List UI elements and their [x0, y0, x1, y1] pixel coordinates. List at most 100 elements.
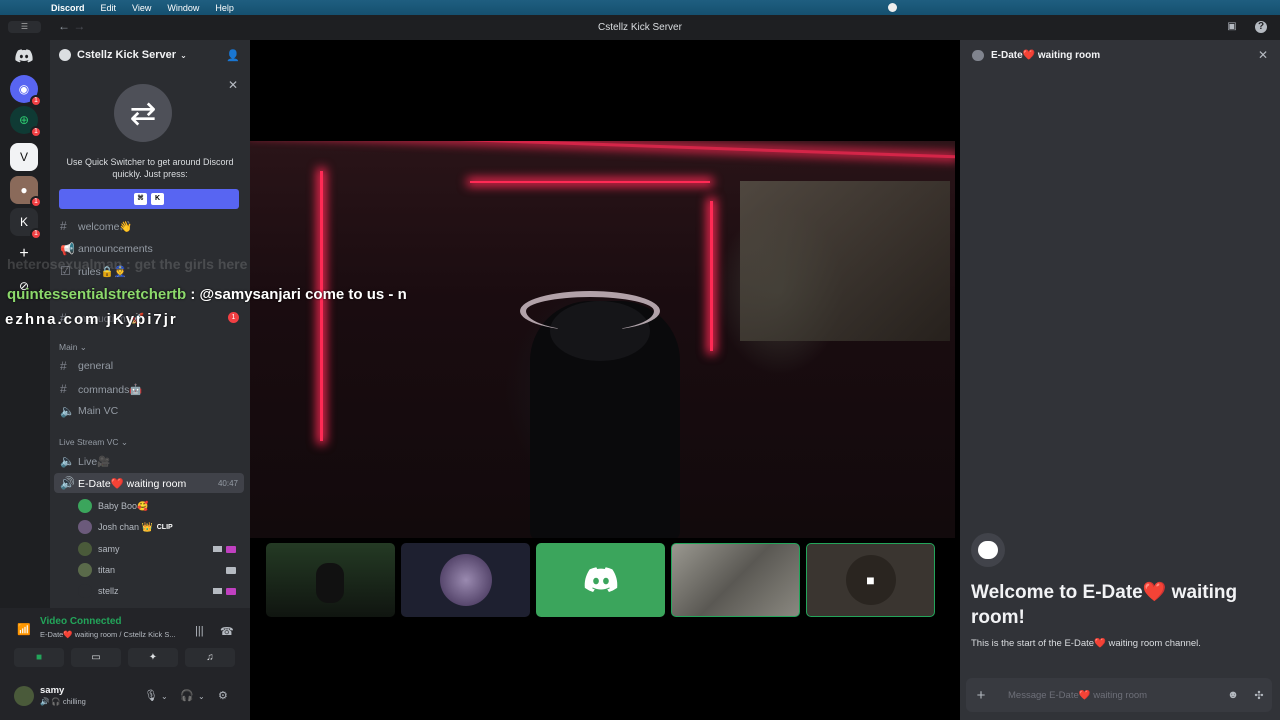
channel-edate-waiting-room[interactable]: 🔊 E-Date❤️ waiting room 40:47 [54, 473, 244, 493]
megaphone-icon: 📢 [60, 242, 75, 256]
add-attachment-icon[interactable]: + [966, 687, 996, 704]
speaker-icon: 🔈 [60, 404, 75, 418]
unread-badge: 1 [228, 312, 239, 323]
close-icon[interactable]: ✕ [1258, 48, 1268, 62]
noise-suppression-icon[interactable]: ||| [195, 625, 204, 637]
message-input[interactable] [996, 689, 1220, 701]
menu-edit[interactable]: Edit [101, 3, 117, 13]
stream-icon [226, 587, 236, 595]
avatar [78, 542, 92, 556]
user-panel: samy 🔊 🎧 chilling 🎙 ⌄ 🎧 ⌄ ⚙ [0, 682, 250, 720]
chevron-down-icon[interactable]: ⌄ [198, 692, 205, 701]
quick-switcher-button[interactable]: ⌘ K [59, 189, 239, 209]
voice-status-title[interactable]: Video Connected [40, 616, 122, 627]
headphones-icon[interactable]: 🎧 [180, 689, 194, 702]
emoji-icon[interactable]: ☻ [1220, 689, 1246, 701]
swap-arrows-icon: ⇄ [114, 84, 172, 142]
participant-tile-3[interactable] [536, 543, 665, 617]
participant-tile-4[interactable] [671, 543, 800, 617]
invite-people-icon[interactable]: 👤 [226, 49, 240, 62]
server-header[interactable]: Cstellz Kick Server ⌄ 👤 [50, 40, 250, 70]
soundboard-button[interactable]: ♫ [185, 648, 235, 667]
participant-tile-2[interactable] [401, 543, 530, 617]
welcome-title: Welcome to E-Date❤️ waiting room! [971, 582, 1238, 628]
avatar [439, 554, 492, 606]
avatar [78, 520, 92, 534]
voice-status-subtitle[interactable]: E-Date❤️ waiting room / Cstellz Kick S..… [40, 630, 176, 639]
speaker-active-icon: 🔊 [60, 476, 75, 490]
category-main[interactable]: Main ⌄ [59, 342, 87, 353]
chevron-down-icon: ⌄ [180, 50, 187, 60]
clip-badge: CLIP [156, 523, 173, 531]
menu-help[interactable]: Help [215, 3, 234, 13]
voice-user-stellz[interactable]: stellz [78, 581, 244, 601]
speaker-icon: 🔈 [60, 454, 75, 468]
participant-tile-1[interactable] [266, 543, 395, 617]
username[interactable]: samy [40, 685, 64, 696]
menu-app-name[interactable]: Discord [51, 3, 85, 13]
voice-user-baby-boo[interactable]: Baby Boo🥰 [78, 496, 244, 516]
server-name: Cstellz Kick Server [77, 49, 177, 61]
channel-commands[interactable]: # commands🤖 [54, 379, 244, 399]
voice-user-josh-chan[interactable]: Josh chan 👑 CLIP [78, 517, 244, 537]
main-stream-video[interactable] [250, 141, 955, 538]
participant-tile-5[interactable]: ■ [806, 543, 935, 617]
overlay-message-text: : @samysanjari come to us - n [186, 286, 407, 303]
voice-channel-chat: E-Date❤️ waiting room ✕ Welcome to E-Dat… [960, 40, 1280, 720]
channel-welcome[interactable]: # welcome👋 [54, 216, 244, 236]
voice-user-samy[interactable]: samy [78, 539, 244, 559]
settings-gear-icon[interactable]: ⚙ [218, 689, 228, 702]
k-key: K [151, 193, 164, 205]
avatar[interactable] [14, 686, 34, 706]
camera-icon [213, 546, 222, 552]
hash-icon: # [60, 359, 67, 373]
voice-connection-panel: 📶 Video Connected E-Date❤️ waiting room … [0, 608, 250, 682]
server-icon-1[interactable]: ◉ 1 [10, 75, 42, 107]
neon-strip-back [470, 181, 710, 183]
close-icon[interactable]: ✕ [228, 78, 238, 92]
participant-figure [316, 563, 344, 603]
chat-title: E-Date❤️ waiting room [991, 49, 1101, 61]
window-titlebar: ☰ ← → Cstellz Kick Server ▣ ? [0, 15, 1280, 40]
camera-button[interactable]: ■ [14, 648, 64, 667]
chat-bubble-icon [972, 49, 984, 61]
channel-general[interactable]: # general [54, 356, 244, 376]
menu-view[interactable]: View [132, 3, 151, 13]
stage-area: ■ [250, 40, 955, 720]
quick-switcher-tip: ✕ ⇄ Use Quick Switcher to get around Dis… [50, 74, 250, 214]
apps-icon[interactable]: ✣ [1246, 689, 1272, 702]
overlay-chat-message: quintessentialstretchertb : @samysanjari… [7, 286, 407, 303]
chat-bubble-icon [971, 533, 1005, 567]
macos-menubar: Discord Edit View Window Help [0, 0, 1280, 15]
camera-icon: ■ [845, 555, 896, 605]
disconnect-icon[interactable]: ☎ [220, 625, 234, 638]
server-icon-kick[interactable]: K1 [10, 208, 42, 240]
screen-share-button[interactable]: ▭ [71, 648, 121, 667]
channel-main-vc[interactable]: 🔈 Main VC [54, 401, 244, 421]
activities-button[interactable]: ✦ [128, 648, 178, 667]
server-icon-3[interactable]: V [10, 143, 38, 171]
hash-icon: # [60, 219, 67, 233]
inbox-icon[interactable]: ▣ [1226, 21, 1238, 33]
overlay-chat-line: ezhna.com jKypi7jr [5, 311, 178, 328]
hash-icon: # [60, 382, 67, 396]
server-icon-2[interactable]: ⊕ 1 [10, 106, 42, 138]
help-icon[interactable]: ? [1255, 21, 1267, 33]
microphone-icon[interactable]: 🎙 [144, 689, 158, 702]
status-dot-icon [888, 3, 897, 12]
category-live-stream[interactable]: Live Stream VC ⌄ [59, 437, 128, 448]
chevron-down-icon[interactable]: ⌄ [161, 692, 168, 701]
discord-home-icon[interactable] [10, 42, 38, 70]
discord-logo-icon [584, 567, 617, 593]
voice-user-titan[interactable]: titan [78, 560, 244, 580]
menu-window[interactable]: Window [167, 3, 199, 13]
message-composer: + ☻ ✣ [966, 678, 1272, 712]
channel-live[interactable]: 🔈 Live🎥 [54, 451, 244, 471]
gaming-chair [520, 291, 660, 331]
server-icon-4[interactable]: ● 1 [10, 176, 42, 208]
neon-strip-left [320, 171, 323, 441]
camera-icon [213, 588, 222, 594]
signal-icon: 📶 [17, 624, 31, 636]
window-title: Cstellz Kick Server [598, 22, 682, 33]
quick-switcher-text: Use Quick Switcher to get around Discord… [66, 157, 234, 179]
